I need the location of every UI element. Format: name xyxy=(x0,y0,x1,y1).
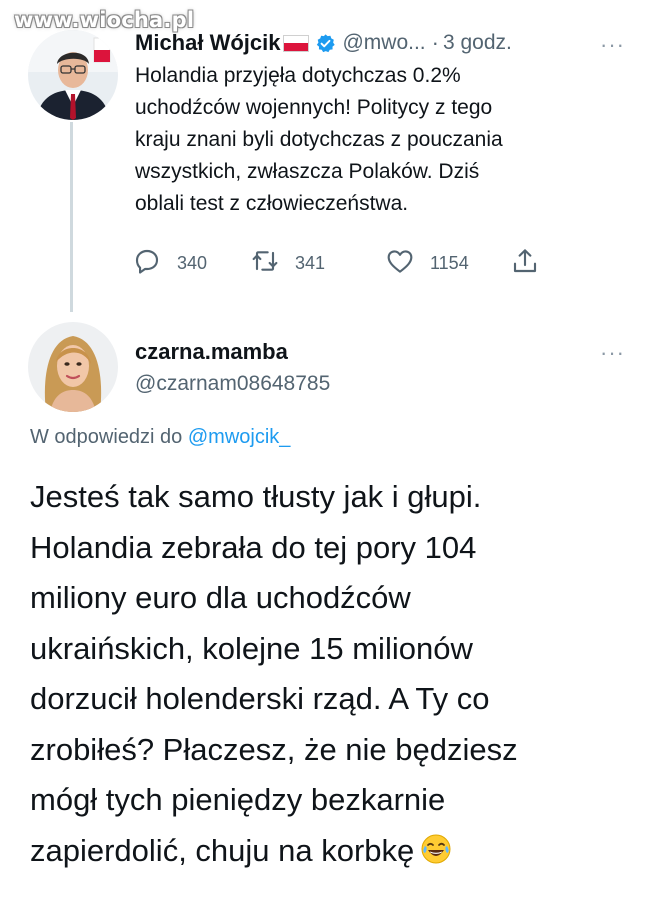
author-avatar[interactable] xyxy=(28,30,118,120)
reply-count: 340 xyxy=(177,253,208,273)
reply-text-line: Holandia zebrała do tej pory 104 xyxy=(30,529,477,565)
poland-flag-icon xyxy=(283,34,310,52)
reply-button[interactable]: 340 xyxy=(131,245,249,282)
reply-text-last-line: zapierdolić, chuju na korbkę xyxy=(30,826,630,881)
retweet-count: 341 xyxy=(295,253,326,273)
like-button[interactable]: 1154 xyxy=(384,245,509,282)
more-options-icon[interactable]: ··· xyxy=(600,32,625,58)
replying-to: W odpowiedzi do @mwojcik_ xyxy=(30,426,290,449)
reply-text-line: mógł tych pieniędzy bezkarnie xyxy=(30,782,446,817)
separator-dot: · xyxy=(431,30,439,55)
tweet-text-line: oblali test z człowieczeństwa. xyxy=(135,192,409,215)
reply-text: Jesteś tak samo tłusty jak i głupi. Hola… xyxy=(30,472,630,880)
laughing-tears-emoji-icon xyxy=(420,830,452,881)
reply-icon xyxy=(131,245,163,282)
author-name[interactable]: Michał Wójcik xyxy=(135,30,280,56)
watermark: www.wiocha.pl xyxy=(14,8,195,32)
tweet-text: Holandia przyjęła dotychczas 0.2% uchodź… xyxy=(135,60,625,220)
reply-more-options-icon[interactable]: ··· xyxy=(600,340,625,366)
tweet-text-line: uchodźców wojennych! Politycy z tego xyxy=(135,96,493,119)
reply-text-line: ukraińskich, kolejne 15 milionów xyxy=(30,630,473,666)
author-handle[interactable]: @mwo... xyxy=(342,31,425,55)
share-icon xyxy=(509,245,541,282)
share-button[interactable] xyxy=(509,245,541,282)
reply-text-line: zapierdolić, chuju na korbkę xyxy=(30,832,415,868)
reply-author-name[interactable]: czarna.mamba xyxy=(135,339,288,365)
reply-author-avatar[interactable] xyxy=(28,322,118,412)
tweet-header: Michał Wójcik @mwo... · 3 godz. xyxy=(135,30,512,56)
replying-prefix: W odpowiedzi do xyxy=(30,426,183,448)
thread-line xyxy=(70,122,73,312)
tweet-actions: 340 341 1154 xyxy=(131,245,541,282)
replying-mention[interactable]: @mwojcik_ xyxy=(188,426,291,448)
verified-badge-icon xyxy=(315,33,336,54)
heart-icon xyxy=(384,245,416,282)
tweet-text-line: kraju znani byli dotychczas z pouczania xyxy=(135,128,503,151)
like-count: 1154 xyxy=(430,253,469,273)
tweet-text-line: wszystkich, zwłaszcza Polaków. Dziś xyxy=(135,160,480,183)
reply-text-line: dorzucił holenderski rząd. A Ty co xyxy=(30,681,490,716)
retweet-button[interactable]: 341 xyxy=(249,245,384,282)
tweet-text-line: Holandia przyjęła dotychczas 0.2% xyxy=(135,64,461,87)
reply-text-line: Jesteś tak samo tłusty jak i głupi. xyxy=(30,479,482,514)
reply-text-line: miliony euro dla uchodźców xyxy=(30,580,411,615)
reply-text-line: zrobiłeś? Płaczesz, że nie będziesz xyxy=(30,731,518,767)
reply-author-handle[interactable]: @czarnam08648785 xyxy=(135,372,330,396)
retweet-icon xyxy=(249,245,281,282)
timestamp[interactable]: 3 godz. xyxy=(443,31,512,55)
